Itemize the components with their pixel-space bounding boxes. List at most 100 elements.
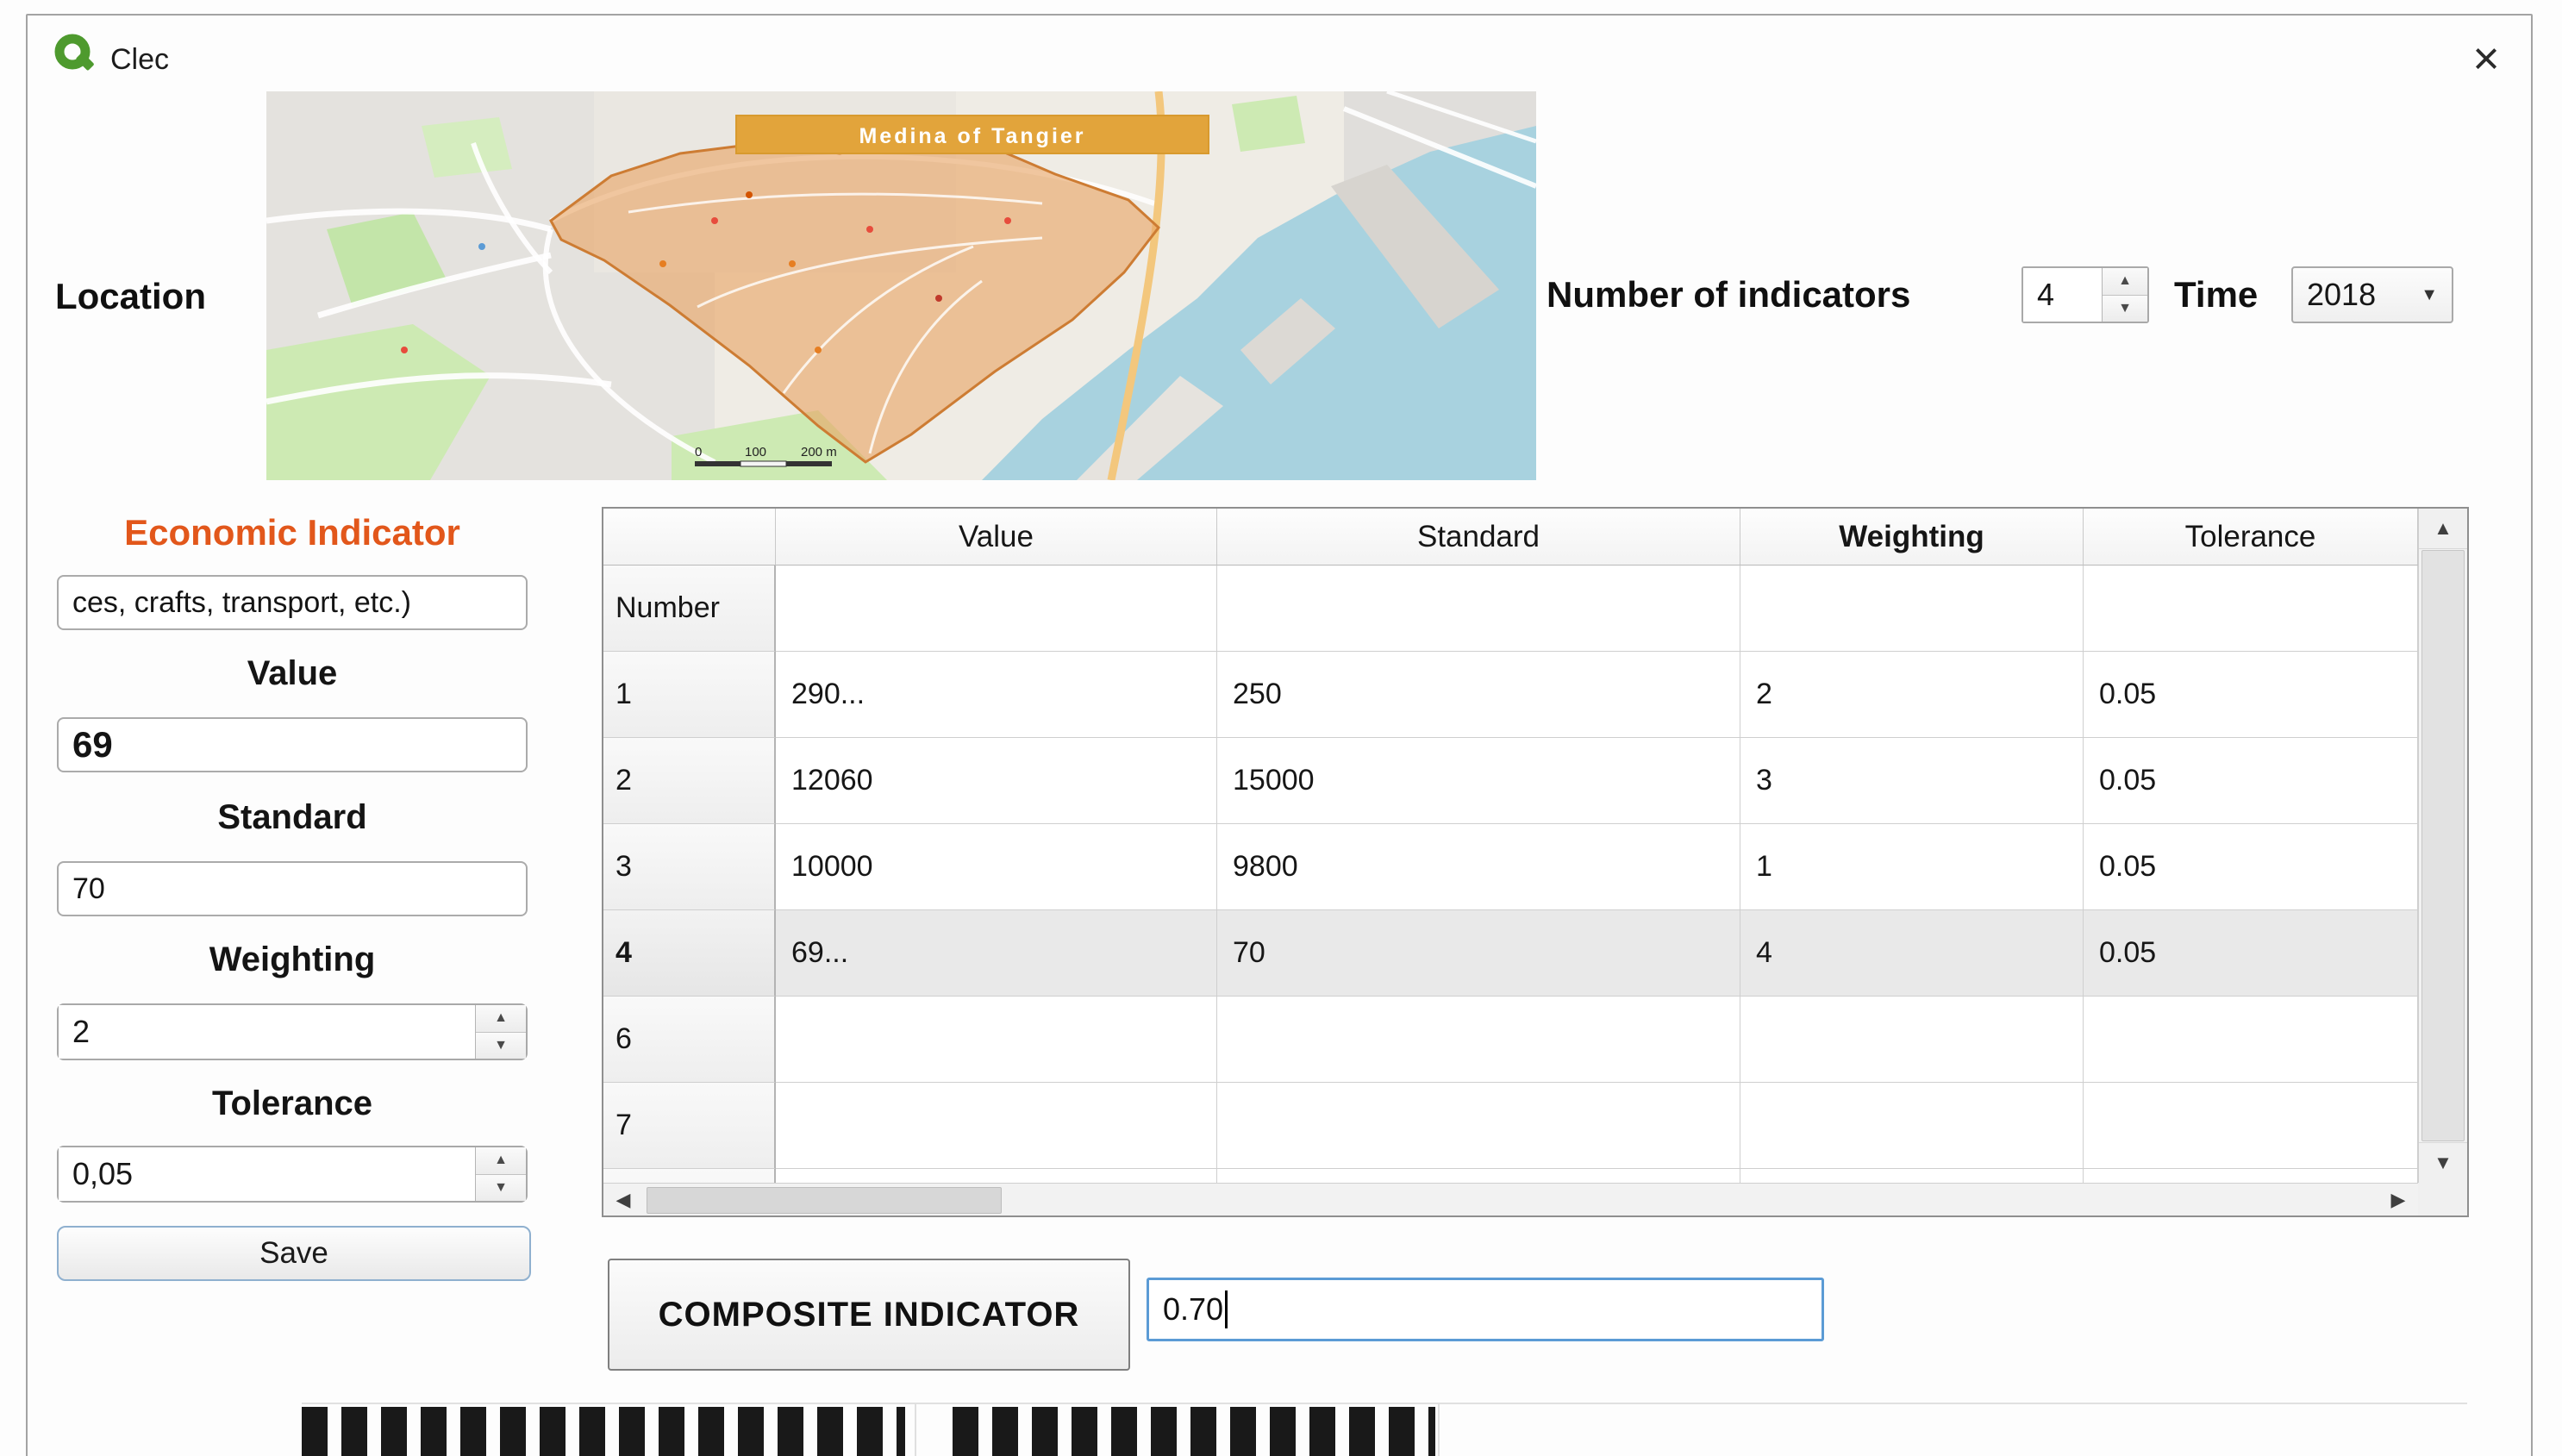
row-header[interactable]: 1 (603, 652, 776, 738)
table-cell[interactable]: 4 (1740, 910, 2084, 997)
column-header-standard[interactable]: Standard (1217, 509, 1740, 566)
chevron-down-icon: ▼ (2421, 285, 2438, 305)
time-select[interactable]: 2018 ▼ (2291, 266, 2453, 323)
clipped-grid-line (1438, 1403, 1440, 1456)
table-cell[interactable] (776, 997, 1217, 1083)
row-header[interactable] (603, 1169, 776, 1183)
num-indicators-value[interactable]: 4 (2023, 268, 2102, 322)
spin-down-icon[interactable]: ▼ (2103, 295, 2147, 322)
spin-down-icon[interactable]: ▼ (476, 1032, 526, 1059)
vertical-scroll-thumb[interactable] (2421, 550, 2465, 1141)
table-cell[interactable]: 69... (776, 910, 1217, 997)
close-icon[interactable]: × (2453, 26, 2519, 91)
table-cell[interactable]: 12060 (776, 738, 1217, 824)
num-indicators-label: Number of indicators (1547, 274, 1910, 316)
table-row: 2120601500030.05 (603, 738, 2418, 824)
table-cell[interactable]: 0.05 (2084, 824, 2418, 910)
clipped-text-fragment (953, 1407, 1435, 1456)
table-cell[interactable] (776, 566, 1217, 652)
table-cell[interactable]: 1 (1740, 824, 2084, 910)
column-header-value[interactable]: Value (776, 509, 1217, 566)
composite-indicator-input[interactable]: 0.70 (1147, 1278, 1824, 1341)
column-header-tolerance[interactable]: Tolerance (2084, 509, 2418, 566)
scroll-left-icon[interactable]: ◀ (603, 1184, 643, 1215)
table-body: Number1290...25020.052120601500030.05310… (603, 566, 2418, 1183)
table-cell[interactable]: 0.05 (2084, 910, 2418, 997)
num-indicators-spinbox[interactable]: 4 ▲ ▼ (2021, 266, 2149, 323)
table-cell[interactable] (1217, 1169, 1740, 1183)
table-cell[interactable] (1217, 566, 1740, 652)
table-cell[interactable] (2084, 1169, 2418, 1183)
horizontal-scroll-thumb[interactable] (647, 1187, 1002, 1214)
clipped-text-fragment (302, 1407, 905, 1456)
horizontal-scrollbar[interactable]: ◀ ▶ (603, 1183, 2418, 1215)
map-banner: Medina of Tangier (736, 116, 1209, 153)
table-cell[interactable]: 15000 (1217, 738, 1740, 824)
table-row: 310000980010.05 (603, 824, 2418, 910)
standard-input[interactable] (57, 861, 528, 916)
composite-indicator-button[interactable]: COMPOSITE INDICATOR (608, 1259, 1130, 1371)
value-label: Value (57, 654, 528, 693)
clec-dialog: Clec × (0, 0, 2562, 1456)
row-header[interactable]: 6 (603, 997, 776, 1083)
table-cell[interactable] (1740, 997, 2084, 1083)
tolerance-label: Tolerance (57, 1084, 528, 1123)
row-header[interactable]: 2 (603, 738, 776, 824)
table-row: 7 (603, 1083, 2418, 1169)
indicators-table: Value Standard Weighting Tolerance Numbe… (602, 507, 2469, 1217)
table-cell[interactable] (2084, 566, 2418, 652)
svg-text:0: 0 (695, 445, 702, 459)
table-cell[interactable] (776, 1083, 1217, 1169)
table-cell[interactable] (1217, 997, 1740, 1083)
scroll-down-icon[interactable]: ▼ (2419, 1142, 2467, 1183)
value-input[interactable] (57, 717, 528, 772)
tolerance-spinbox[interactable]: 0,05 ▲ ▼ (57, 1146, 528, 1203)
table-cell[interactable]: 0.05 (2084, 652, 2418, 738)
row-header[interactable]: 7 (603, 1083, 776, 1169)
scrollbar-corner (2418, 1183, 2467, 1215)
text-caret (1225, 1290, 1228, 1328)
table-cell[interactable]: 3 (1740, 738, 2084, 824)
table-cell[interactable]: 0.05 (2084, 738, 2418, 824)
table-cell[interactable] (1740, 566, 2084, 652)
location-label: Location (55, 276, 206, 317)
clipped-grid-line (915, 1403, 916, 1456)
row-header[interactable]: 3 (603, 824, 776, 910)
spin-up-icon[interactable]: ▲ (2103, 268, 2147, 295)
table-cell[interactable]: 2 (1740, 652, 2084, 738)
table-header-row: Value Standard Weighting Tolerance (603, 509, 2418, 566)
time-label: Time (2174, 274, 2258, 316)
table-cell[interactable]: 290... (776, 652, 1217, 738)
table-cell[interactable]: 10000 (776, 824, 1217, 910)
location-map: Medina of Tangier 0 100 200 m (266, 91, 1536, 480)
table-cell[interactable] (776, 1169, 1217, 1183)
window-title: Clec (110, 43, 169, 77)
scroll-right-icon[interactable]: ▶ (2378, 1184, 2418, 1215)
qgis-app-icon (50, 31, 98, 79)
table-cell[interactable] (1217, 1083, 1740, 1169)
table-cell[interactable] (1740, 1083, 2084, 1169)
spin-up-icon[interactable]: ▲ (476, 1005, 526, 1032)
indicator-name-input[interactable] (57, 575, 528, 630)
clipped-grid-line (302, 1403, 2467, 1404)
table-cell[interactable] (2084, 997, 2418, 1083)
corner-header[interactable] (603, 509, 776, 566)
save-button[interactable]: Save (57, 1226, 531, 1281)
table-cell[interactable]: 70 (1217, 910, 1740, 997)
economic-indicator-title: Economic Indicator (57, 512, 528, 553)
weighting-value[interactable]: 2 (59, 1005, 475, 1059)
table-cell[interactable] (2084, 1083, 2418, 1169)
table-row: 6 (603, 997, 2418, 1083)
weighting-spinbox[interactable]: 2 ▲ ▼ (57, 1003, 528, 1060)
table-cell[interactable]: 9800 (1217, 824, 1740, 910)
row-header[interactable]: 4 (603, 910, 776, 997)
table-cell[interactable] (1740, 1169, 2084, 1183)
scroll-up-icon[interactable]: ▲ (2419, 509, 2467, 549)
column-header-weighting[interactable]: Weighting (1740, 509, 2084, 566)
spin-down-icon[interactable]: ▼ (476, 1174, 526, 1202)
table-cell[interactable]: 250 (1217, 652, 1740, 738)
row-header[interactable]: Number (603, 566, 776, 652)
spin-up-icon[interactable]: ▲ (476, 1147, 526, 1174)
vertical-scrollbar[interactable]: ▲ ▼ (2418, 509, 2467, 1183)
tolerance-value[interactable]: 0,05 (59, 1147, 475, 1201)
